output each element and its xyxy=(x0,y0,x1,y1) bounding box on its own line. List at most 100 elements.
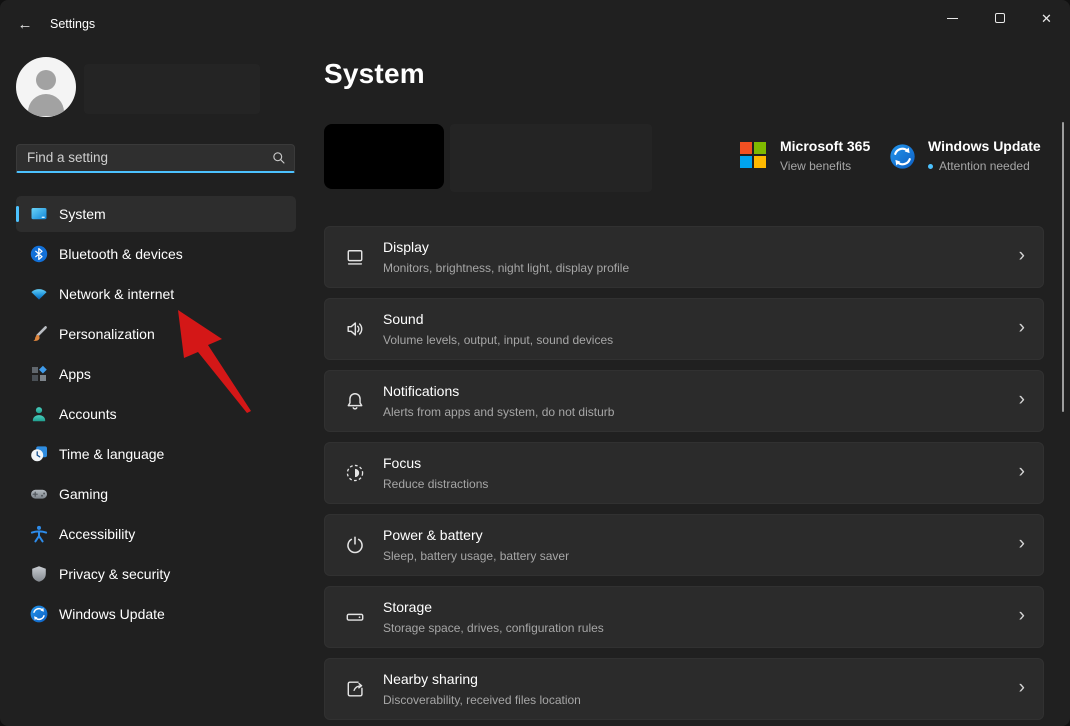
maximize-icon xyxy=(994,13,1005,23)
chevron-right-icon: › xyxy=(1018,245,1025,267)
windows-update-card[interactable]: Windows Update Attention needed xyxy=(888,138,1048,173)
sidebar-item-privacy-security[interactable]: Privacy & security xyxy=(16,556,296,592)
window-controls: ✕ xyxy=(929,0,1070,36)
close-button[interactable]: ✕ xyxy=(1023,0,1070,36)
personalization-icon xyxy=(29,324,49,344)
sidebar-item-label: Windows Update xyxy=(59,606,165,622)
chevron-right-icon: › xyxy=(1018,461,1025,483)
sidebar-item-network-internet[interactable]: Network & internet xyxy=(16,276,296,312)
chevron-right-icon: › xyxy=(1018,605,1025,627)
microsoft-logo-icon xyxy=(740,142,766,168)
card-subtitle: View benefits xyxy=(780,159,852,173)
close-icon: ✕ xyxy=(1041,10,1052,26)
sidebar-item-time-language[interactable]: Time & language xyxy=(16,436,296,472)
nearby-sharing-icon xyxy=(344,678,366,700)
account-name-redacted xyxy=(84,64,260,114)
avatar-person-icon xyxy=(36,70,56,90)
system-icon xyxy=(29,204,49,224)
status-dot xyxy=(928,163,933,169)
row-title: Nearby sharing xyxy=(383,671,478,687)
settings-row-power-battery[interactable]: Power & battery Sleep, battery usage, ba… xyxy=(324,514,1044,576)
settings-row-nearby-sharing[interactable]: Nearby sharing Discoverability, received… xyxy=(324,658,1044,720)
sidebar-item-accounts[interactable]: Accounts xyxy=(16,396,296,432)
row-subtitle: Monitors, brightness, night light, displ… xyxy=(383,261,630,275)
bluetooth-icon xyxy=(29,244,49,264)
minimize-button[interactable] xyxy=(929,0,976,36)
microsoft-365-card[interactable]: Microsoft 365 View benefits xyxy=(740,138,890,173)
sidebar-item-label: Bluetooth & devices xyxy=(59,246,183,262)
settings-row-sound[interactable]: Sound Volume levels, output, input, soun… xyxy=(324,298,1044,360)
card-title: Microsoft 365 xyxy=(780,138,871,154)
sidebar-item-label: Gaming xyxy=(59,486,109,502)
sidebar-item-label: Privacy & security xyxy=(59,566,171,582)
row-title: Display xyxy=(383,239,429,255)
privacy-security-icon xyxy=(29,564,49,584)
notifications-icon xyxy=(344,390,366,412)
minimize-icon xyxy=(947,17,958,19)
search-icon[interactable] xyxy=(268,150,294,166)
row-title: Notifications xyxy=(383,383,460,399)
row-title: Sound xyxy=(383,311,424,327)
chevron-right-icon: › xyxy=(1018,317,1025,339)
sound-icon xyxy=(344,318,366,340)
sidebar-item-label: Accounts xyxy=(59,406,117,422)
apps-icon xyxy=(29,364,49,384)
sidebar-item-bluetooth-devices[interactable]: Bluetooth & devices xyxy=(16,236,296,272)
windows-update-icon xyxy=(29,604,49,624)
row-title: Storage xyxy=(383,599,433,615)
titlebar: ← Settings ✕ xyxy=(0,0,1070,48)
sidebar-item-system[interactable]: System xyxy=(16,196,296,232)
sidebar-item-gaming[interactable]: Gaming xyxy=(16,476,296,512)
accounts-icon xyxy=(29,404,49,424)
row-title: Focus xyxy=(383,455,422,471)
back-arrow-icon: ← xyxy=(17,15,33,33)
network-icon xyxy=(29,284,49,304)
settings-window: ← Settings ✕ System Bluetooth & devices xyxy=(0,0,1070,726)
avatar[interactable] xyxy=(16,57,76,117)
row-subtitle: Discoverability, received files location xyxy=(383,693,581,707)
gaming-icon xyxy=(29,484,49,504)
time-language-icon xyxy=(29,444,49,464)
sidebar-item-windows-update[interactable]: Windows Update xyxy=(16,596,296,632)
search-box xyxy=(16,144,295,173)
focus-icon xyxy=(344,462,366,484)
row-subtitle: Alerts from apps and system, do not dist… xyxy=(383,405,615,419)
page-title: System xyxy=(324,58,425,89)
maximize-button[interactable] xyxy=(976,0,1023,36)
device-name-redacted xyxy=(450,124,652,192)
sidebar-item-label: Accessibility xyxy=(59,526,136,542)
sidebar-item-personalization[interactable]: Personalization xyxy=(16,316,296,352)
back-button[interactable]: ← xyxy=(8,8,42,40)
device-thumbnail-redacted xyxy=(324,124,444,189)
settings-row-storage[interactable]: Storage Storage space, drives, configura… xyxy=(324,586,1044,648)
settings-row-notifications[interactable]: Notifications Alerts from apps and syste… xyxy=(324,370,1044,432)
chevron-right-icon: › xyxy=(1018,677,1025,699)
search-input[interactable] xyxy=(17,145,268,171)
power-icon xyxy=(344,534,366,556)
sidebar-item-label: Personalization xyxy=(59,326,155,342)
chevron-right-icon: › xyxy=(1018,389,1025,411)
scrollbar[interactable] xyxy=(1062,122,1064,412)
sidebar-item-label: System xyxy=(59,206,106,222)
accessibility-icon xyxy=(29,524,49,544)
row-subtitle: Reduce distractions xyxy=(383,477,489,491)
settings-row-display[interactable]: Display Monitors, brightness, night ligh… xyxy=(324,226,1044,288)
chevron-right-icon: › xyxy=(1018,533,1025,555)
settings-row-focus[interactable]: Focus Reduce distractions › xyxy=(324,442,1044,504)
row-subtitle: Volume levels, output, input, sound devi… xyxy=(383,333,614,347)
sidebar-item-label: Network & internet xyxy=(59,286,175,302)
app-title: Settings xyxy=(50,17,96,31)
sidebar-item-label: Time & language xyxy=(59,446,165,462)
display-icon xyxy=(344,246,366,268)
card-title: Windows Update xyxy=(928,138,1041,154)
sidebar-item-accessibility[interactable]: Accessibility xyxy=(16,516,296,552)
windows-update-icon xyxy=(888,142,917,171)
row-subtitle: Sleep, battery usage, battery saver xyxy=(383,549,570,563)
storage-icon xyxy=(344,606,366,628)
row-subtitle: Storage space, drives, configuration rul… xyxy=(383,621,604,635)
sidebar-item-label: Apps xyxy=(59,366,91,382)
sidebar-item-apps[interactable]: Apps xyxy=(16,356,296,392)
row-title: Power & battery xyxy=(383,527,483,543)
card-subtitle: Attention needed xyxy=(939,159,1030,173)
avatar-person-icon xyxy=(28,94,64,116)
